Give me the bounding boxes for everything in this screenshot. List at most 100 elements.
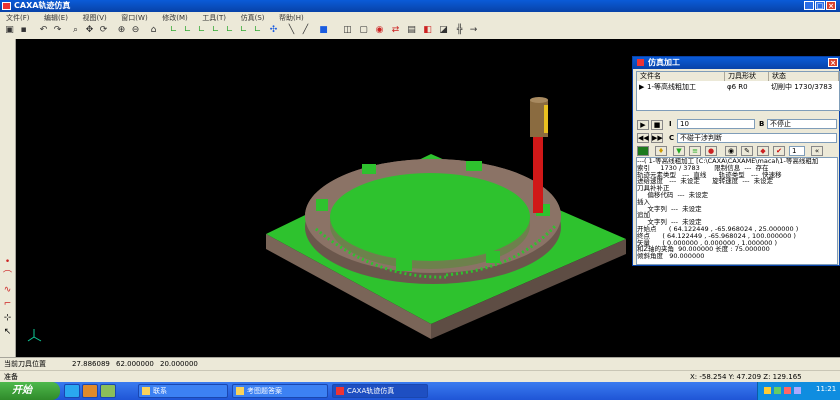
arc-icon[interactable]: ⌒ [2, 271, 13, 282]
frame-icon[interactable]: ▢ [358, 25, 369, 36]
col-tool-shape[interactable]: 刀具形状 [725, 72, 769, 81]
start-button[interactable]: 开始 [0, 382, 60, 400]
collision-icon[interactable]: ● [705, 146, 717, 156]
pick-icon[interactable]: ╱ [300, 25, 311, 36]
caxa-icon [336, 387, 344, 395]
menu-bar: 文件(F) 编辑(E) 视图(V) 窗口(W) 修改(M) 工具(T) 仿真(S… [0, 12, 840, 23]
tray-icon[interactable] [774, 387, 781, 394]
tray-icon[interactable] [794, 387, 801, 394]
col-filename[interactable]: 文件名 [637, 72, 725, 81]
polyline-icon[interactable]: ⌐ [2, 299, 13, 310]
zoom-out-icon[interactable]: ⊖ [130, 25, 141, 36]
view-iso-icon[interactable]: ∟ [210, 25, 221, 36]
redo-icon[interactable]: ↷ [52, 25, 63, 36]
view-bottom-icon[interactable]: ∟ [252, 25, 263, 36]
view-right-icon[interactable]: ∟ [196, 25, 207, 36]
left-toolbar: • ⌒ ∿ ⌐ ⊹ ↖ [0, 39, 16, 357]
simulation-window[interactable]: 仿真加工 × 文件名 刀具形状 状态 ▶ 1-等高线粗加工 φ6 R0 切削中 … [632, 56, 840, 266]
layer-toggle-icon[interactable]: ◉ [725, 146, 737, 156]
folder-icon [236, 387, 244, 395]
task-answers[interactable]: 考图题答案 [232, 384, 328, 398]
color-icon[interactable]: ◧ [422, 25, 433, 36]
quicklaunch-media-icon[interactable] [82, 384, 98, 398]
check-label-icon: C [669, 134, 675, 142]
row-expand-icon[interactable]: ▶ [639, 83, 644, 92]
row-tool: φ6 R0 [727, 83, 748, 91]
stop-button[interactable]: ■ [651, 120, 663, 130]
axis-icon[interactable]: ⊹ [2, 313, 13, 324]
stock-icon[interactable]: ◆ [757, 146, 769, 156]
taskbar: 开始 联系 考图题答案 CAXA轨迹仿真 11:21 [0, 382, 840, 400]
info-line: 倾斜角度 90.000000 [637, 252, 705, 261]
select-icon[interactable]: ↖ [2, 327, 13, 338]
info-line: 文字列 --- 未设定 [637, 204, 702, 213]
window-title: CAXA轨迹仿真 [14, 1, 71, 10]
close-button[interactable]: × [826, 1, 836, 10]
save-icon[interactable]: ▪ [18, 25, 29, 36]
sim-window-titlebar[interactable]: 仿真加工 × [633, 57, 839, 69]
view-left-icon[interactable]: ∟ [224, 25, 235, 36]
sim-info-panel: ---( 1-等高线粗加工 [C:\CAXA\CAXAME\macal\1-等高… [636, 157, 838, 265]
speed-label-icon: I [669, 120, 672, 128]
stop-condition-select[interactable]: 不停止 [767, 119, 837, 129]
confirm-icon[interactable]: ✔ [773, 146, 785, 156]
minimize-button[interactable]: _ [804, 1, 814, 10]
title-bar: CAXA轨迹仿真 _ □ × [0, 0, 840, 12]
rotate-icon[interactable]: ⟳ [98, 25, 109, 36]
break-label-icon: B [759, 120, 765, 128]
speed-select[interactable]: 10 [677, 119, 755, 129]
open-icon[interactable]: ▣ [4, 25, 15, 36]
view-front-icon[interactable]: ∟ [168, 25, 179, 36]
quicklaunch-desktop-icon[interactable] [100, 384, 116, 398]
point-icon[interactable]: • [2, 257, 13, 268]
path-icon[interactable]: ≡ [689, 146, 701, 156]
ruler-icon[interactable]: → [468, 25, 479, 36]
move-icon[interactable]: ✣ [268, 25, 279, 36]
layer-icon[interactable]: ▤ [406, 25, 417, 36]
app-icon [2, 2, 11, 10]
sim-close-button[interactable]: × [828, 58, 838, 67]
tray-icon[interactable] [784, 387, 791, 394]
eraser-icon[interactable]: ✎ [741, 146, 753, 156]
maximize-button[interactable]: □ [815, 1, 825, 10]
collapse-button[interactable]: « [811, 146, 823, 156]
measure-icon[interactable]: ╬ [454, 25, 465, 36]
step-back-button[interactable]: ◀◀ [637, 133, 649, 143]
undo-icon[interactable]: ↶ [38, 25, 49, 36]
zoom-icon[interactable]: ⌕ [70, 25, 81, 36]
task-contact[interactable]: 联系 [138, 384, 228, 398]
pan-icon[interactable]: ✥ [84, 25, 95, 36]
shade-icon[interactable]: ■ [318, 25, 329, 36]
task-caxa[interactable]: CAXA轨迹仿真 [332, 384, 428, 398]
quicklaunch-ie-icon[interactable] [64, 384, 80, 398]
sim-window-title: 仿真加工 [648, 58, 680, 67]
zoom-in-icon[interactable]: ⊕ [116, 25, 127, 36]
toolbar: ▣ ▪ ↶ ↷ ⌕ ✥ ⟳ ⊕ ⊖ ⌂ ∟ ∟ ∟ ∟ ∟ ∟ ∟ ✣ ╲ ╱ … [0, 23, 840, 40]
sim-icon[interactable]: ◉ [374, 25, 385, 36]
tool-icon[interactable]: ⇄ [390, 25, 401, 36]
filter-icon[interactable]: ▼ [673, 146, 685, 156]
play-button[interactable]: ▶ [637, 120, 649, 130]
row-filename[interactable]: 1-等高线粗加工 [647, 83, 696, 92]
tool-mode-icon[interactable]: ♦ [655, 146, 667, 156]
sim-app-icon [637, 59, 644, 66]
tool-position-bar: 当前刀具位置 27.886089 62.000000 20.000000 [0, 357, 840, 371]
curve-icon[interactable]: ∿ [2, 285, 13, 296]
col-status[interactable]: 状态 [769, 72, 839, 81]
clock[interactable]: 11:21 [816, 385, 836, 393]
sim-file-list: 文件名 刀具形状 状态 ▶ 1-等高线粗加工 φ6 R0 切削中 1730/37… [636, 71, 840, 111]
box-icon[interactable]: ◫ [342, 25, 353, 36]
view-top-icon[interactable]: ∟ [182, 25, 193, 36]
system-tray: 11:21 [757, 382, 840, 400]
solid-mode-icon[interactable] [637, 146, 649, 156]
fit-icon[interactable]: ⌂ [148, 25, 159, 36]
tray-icon[interactable] [764, 387, 771, 394]
folder-icon [142, 387, 150, 395]
view-back-icon[interactable]: ∟ [238, 25, 249, 36]
step-input[interactable]: 1 [789, 146, 805, 156]
step-forward-button[interactable]: ▶▶ [651, 133, 663, 143]
settings-icon[interactable]: ◪ [438, 25, 449, 36]
line-icon[interactable]: ╲ [286, 25, 297, 36]
interference-select[interactable]: 不碰干涉判断 [677, 133, 837, 143]
info-line: 偏移代码 --- 未设定 [637, 190, 709, 199]
